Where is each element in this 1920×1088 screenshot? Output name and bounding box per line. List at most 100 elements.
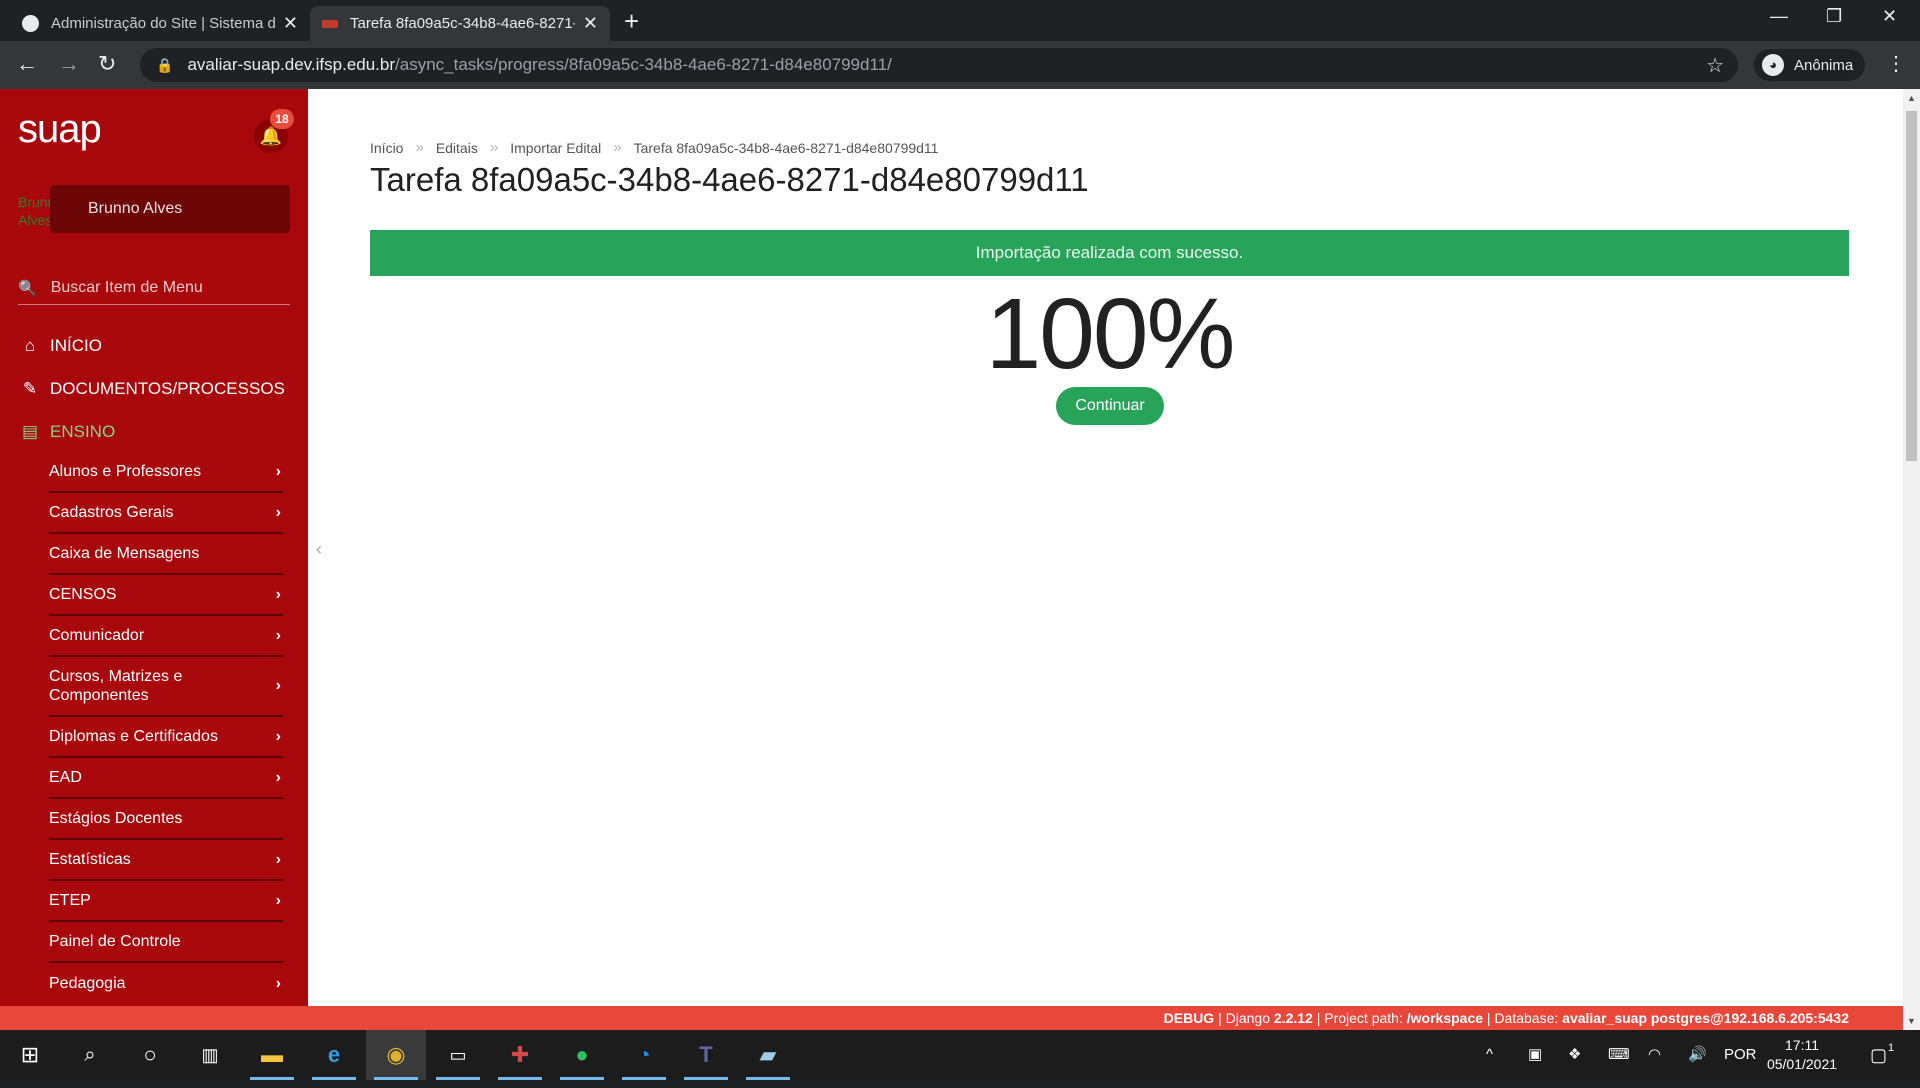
bookmark-star-icon[interactable]: ☆ xyxy=(1706,53,1724,78)
breadcrumb-separator: » xyxy=(415,139,424,156)
submenu-item[interactable]: Estatísticas › xyxy=(49,840,283,881)
git-tool-icon[interactable]: ✚ xyxy=(490,1030,550,1080)
continue-button[interactable]: Continuar xyxy=(1056,387,1164,425)
browser-menu-icon[interactable]: ⋮ xyxy=(1886,51,1906,76)
page-scrollbar[interactable]: ▲ ▼ xyxy=(1903,89,1920,1030)
django-label: Django xyxy=(1225,1010,1270,1026)
chevron-right-icon: › xyxy=(275,974,281,992)
camera-icon[interactable]: ▣ xyxy=(1528,1030,1542,1080)
windows-taskbar: ⊞ ⌕ ○ ▥ ▬ e ◉ ▭ ✚ ● ◔ T ▰ ^ ▣ ❖ ⌨ ◠ 🔊 PO… xyxy=(0,1030,1920,1080)
chevron-right-icon: › xyxy=(275,503,281,521)
language-indicator[interactable]: POR xyxy=(1724,1030,1757,1080)
menu-item-label: DOCUMENTOS/PROCESSOS xyxy=(50,379,285,398)
internet-explorer-icon[interactable]: e xyxy=(304,1030,364,1080)
lock-icon[interactable]: 🔒 xyxy=(156,57,173,74)
database-value: avaliar_suap postgres@192.168.6.205:5432 xyxy=(1562,1010,1849,1026)
notification-badge[interactable]: 18 xyxy=(270,109,294,129)
window-close-icon[interactable]: ✕ xyxy=(1882,6,1897,27)
menu-item-label: INÍCIO xyxy=(50,336,102,355)
submenu-label: Pedagogia xyxy=(49,975,126,992)
forward-icon[interactable]: → xyxy=(58,51,80,77)
menu-item-documentos[interactable]: ✎ DOCUMENTOS/PROCESSOS xyxy=(18,374,298,404)
browser-tab-strip: Administração do Site | Sistema de ✕ Tar… xyxy=(0,0,1920,41)
incognito-profile-button[interactable]: ◕ Anônima xyxy=(1754,49,1866,81)
chevron-right-icon: › xyxy=(275,768,281,786)
reload-icon[interactable]: ↻ xyxy=(98,51,116,77)
terminal-icon[interactable]: ▭ xyxy=(428,1030,488,1080)
suap-favicon-icon xyxy=(322,19,338,28)
submenu-label: EAD xyxy=(49,769,82,786)
database-label: Database: xyxy=(1494,1010,1559,1026)
chevron-right-icon: › xyxy=(275,585,281,603)
cortana-icon[interactable]: ○ xyxy=(120,1030,180,1080)
evernote-icon[interactable]: ● xyxy=(552,1030,612,1080)
menu-item-inicio[interactable]: ⌂ INÍCIO xyxy=(18,331,298,361)
wifi-icon[interactable]: ◠ xyxy=(1648,1030,1661,1080)
dropbox-icon[interactable]: ❖ xyxy=(1568,1030,1581,1080)
submenu-item[interactable]: ETEP › xyxy=(49,881,283,922)
browser-tab-admin[interactable]: Administração do Site | Sistema de ✕ xyxy=(10,6,310,41)
file-explorer-icon[interactable]: ▬ xyxy=(242,1030,302,1080)
browser-tab-tarefa[interactable]: Tarefa 8fa09a5c-34b8-4ae6-8271-d84e80799… xyxy=(310,6,610,41)
submenu-item[interactable]: Painel de Controle xyxy=(49,922,283,963)
back-icon[interactable]: ← xyxy=(16,51,38,77)
scrollbar-thumb[interactable] xyxy=(1906,111,1917,461)
breadcrumb-link-importar-edital[interactable]: Importar Edital xyxy=(510,140,601,156)
user-name[interactable]: Brunno Alves xyxy=(50,185,290,233)
submenu-item[interactable]: Caixa de Mensagens xyxy=(49,534,283,575)
sync-app-icon[interactable]: ◔ xyxy=(614,1030,674,1080)
scroll-down-icon[interactable]: ▼ xyxy=(1907,1016,1916,1026)
breadcrumb-separator: » xyxy=(489,139,499,156)
tab-title: Administração do Site | Sistema de xyxy=(51,15,275,32)
address-bar[interactable]: 🔒 avaliar-suap.dev.ifsp.edu.br /async_ta… xyxy=(140,48,1738,82)
globe-icon xyxy=(22,15,39,32)
submenu-item[interactable]: Estágios Docentes xyxy=(49,799,283,840)
sidebar: suap 🔔 18 Brunno Alves Brunno Alves 🔍 ⌂ … xyxy=(0,89,308,1006)
submenu-label: Alunos e Professores xyxy=(49,463,202,480)
teams-icon[interactable]: T xyxy=(676,1030,736,1080)
close-tab-icon[interactable]: ✕ xyxy=(583,13,598,34)
submenu-label: Estágios Docentes xyxy=(49,810,183,827)
user-profile[interactable]: Brunno Alves Brunno Alves xyxy=(18,185,290,233)
submenu-item[interactable]: Pedagogia › xyxy=(49,963,283,1004)
breadcrumb-link-inicio[interactable]: Início xyxy=(370,140,403,156)
task-view-icon[interactable]: ▥ xyxy=(180,1030,240,1080)
menu-item-ensino[interactable]: ▤ ENSINO xyxy=(18,417,298,447)
success-message: Importação realizada com sucesso. xyxy=(370,230,1849,276)
chrome-icon[interactable]: ◉ xyxy=(366,1030,426,1080)
menu-item-label: ENSINO xyxy=(50,422,116,441)
menu-search: 🔍 xyxy=(18,271,290,305)
submenu-item[interactable]: CENSOS › xyxy=(49,575,283,616)
page-title: Tarefa 8fa09a5c-34b8-4ae6-8271-d84e80799… xyxy=(370,161,1089,198)
submenu-item[interactable]: Comunicador › xyxy=(49,616,283,657)
submenu-item[interactable]: EAD › xyxy=(49,758,283,799)
clock[interactable]: 17:11 05/01/2021 xyxy=(1760,1036,1844,1074)
scroll-up-icon[interactable]: ▲ xyxy=(1907,93,1916,103)
collapse-sidebar-icon[interactable]: ‹ xyxy=(316,539,322,560)
submenu-label: Diplomas e Certificados xyxy=(49,728,218,745)
chevron-right-icon: › xyxy=(275,727,281,745)
new-tab-button[interactable]: + xyxy=(624,6,639,37)
menu-search-input[interactable] xyxy=(50,278,271,297)
submenu-label: ETEP xyxy=(49,892,91,909)
breadcrumb-link-editais[interactable]: Editais xyxy=(436,140,478,156)
windows-start-icon[interactable]: ⊞ xyxy=(0,1030,60,1080)
volume-icon[interactable]: 🔊 xyxy=(1688,1030,1707,1080)
submenu-label: Estatísticas xyxy=(49,851,131,868)
close-tab-icon[interactable]: ✕ xyxy=(283,13,298,34)
restore-icon[interactable]: ❐ xyxy=(1826,6,1842,27)
debug-label: DEBUG xyxy=(1163,1010,1215,1026)
submenu-item[interactable]: Cursos, Matrizes e Componentes › xyxy=(49,657,283,717)
keyboard-icon[interactable]: ⌨ xyxy=(1608,1030,1630,1080)
submenu-item[interactable]: Diplomas e Certificados › xyxy=(49,717,283,758)
progress-percentage: 100% xyxy=(985,278,1236,390)
minimize-icon[interactable]: — xyxy=(1770,6,1788,27)
submenu-item[interactable]: Alunos e Professores › xyxy=(49,452,283,493)
notepad-icon[interactable]: ▰ xyxy=(738,1030,798,1080)
action-center-icon[interactable]: ▢ xyxy=(1870,1030,1887,1080)
action-center-count: 1 xyxy=(1888,1042,1895,1054)
submenu-item[interactable]: Cadastros Gerais › xyxy=(49,493,283,534)
search-icon[interactable]: ⌕ xyxy=(60,1030,120,1080)
suap-logo[interactable]: suap xyxy=(18,107,102,152)
show-hidden-icons[interactable]: ^ xyxy=(1486,1030,1493,1080)
